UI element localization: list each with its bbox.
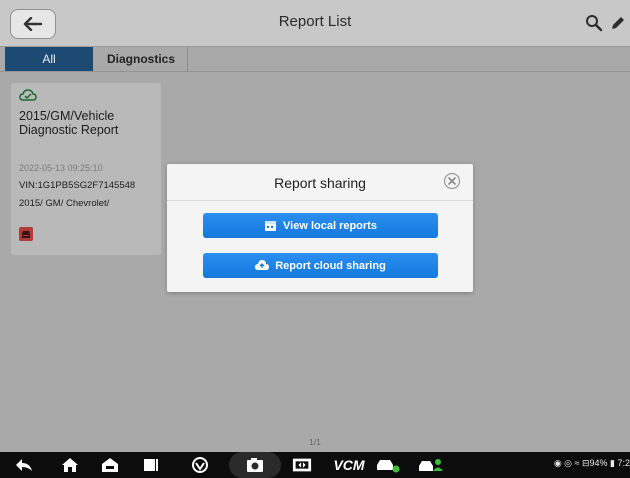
car-glyph-icon — [22, 230, 30, 238]
report-card[interactable]: 2015/GM/Vehicle Diagnostic Report 2022-0… — [11, 83, 161, 255]
report-cloud-sharing-button[interactable]: Report cloud sharing — [203, 253, 438, 278]
view-local-reports-button[interactable]: View local reports — [203, 213, 438, 238]
nav-split-screen-icon[interactable] — [292, 456, 312, 474]
page-title: Report List — [278, 13, 352, 30]
cloud-upload-icon — [255, 259, 270, 270]
tab-all[interactable]: All — [5, 47, 93, 71]
status-bar-info: ◉ ◎ ≈ ⊟94% ▮ 7:2 — [552, 458, 630, 468]
nav-browser-icon[interactable] — [190, 456, 210, 474]
report-make: 2015/ GM/ Chevrolet/ — [19, 198, 110, 209]
calendar-icon — [265, 221, 277, 231]
dialog-title: Report sharing — [274, 175, 366, 191]
report-title: 2015/GM/Vehicle Diagnostic Report — [19, 109, 119, 137]
nav-back-icon[interactable] — [14, 456, 34, 474]
top-bar: Report List — [0, 0, 630, 47]
nav-recents-icon[interactable] — [141, 456, 161, 474]
report-cloud-sharing-label: Report cloud sharing — [275, 259, 386, 272]
nav-car-home-icon[interactable] — [100, 456, 120, 474]
vcm-label: VCM — [333, 457, 365, 473]
view-local-reports-label: View local reports — [283, 219, 377, 232]
report-datetime: 2022-05-13 09:25:10 — [19, 163, 103, 173]
tab-diagnostics[interactable]: Diagnostics — [95, 47, 188, 71]
cloud-check-icon — [19, 89, 37, 101]
tab-bar: All Diagnostics — [0, 47, 630, 72]
edit-icon[interactable] — [608, 13, 628, 33]
close-icon[interactable] — [443, 172, 461, 190]
nav-vcm-icon[interactable]: VCM — [331, 456, 367, 474]
car-icon[interactable] — [19, 227, 33, 241]
nav-camera-icon[interactable] — [245, 456, 265, 474]
report-vin: VIN:1G1PB5SG2F7145548 — [19, 180, 136, 191]
nav-vehicle-status-icon[interactable] — [375, 456, 401, 474]
dialog-divider — [167, 200, 473, 201]
pagination-indicator: 1/1 — [309, 437, 321, 447]
system-nav-bar: VCM ◉ ◎ ≈ ⊟94% ▮ 7:2 — [0, 452, 630, 478]
nav-car-person-icon[interactable] — [418, 456, 444, 474]
report-sharing-dialog: Report sharing View local reports Report… — [167, 164, 473, 292]
nav-home-icon[interactable] — [60, 456, 80, 474]
search-icon[interactable] — [584, 13, 604, 33]
